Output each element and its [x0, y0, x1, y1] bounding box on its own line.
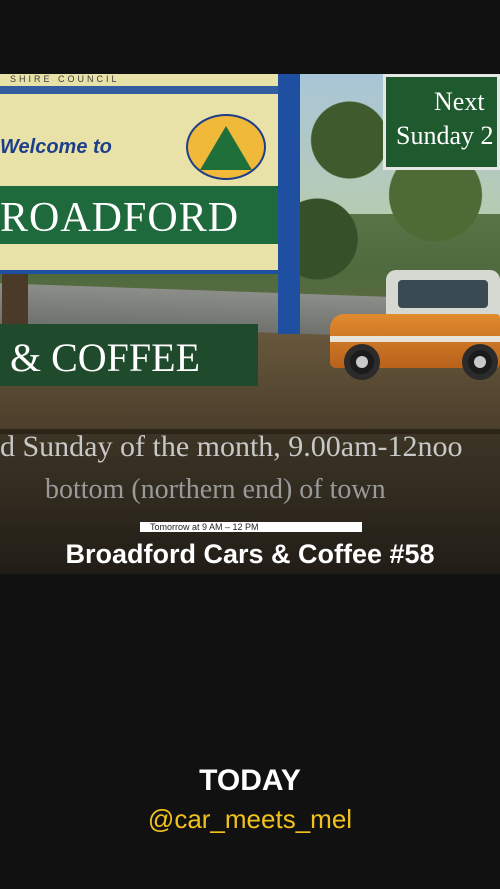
- account-handle[interactable]: @car_meets_mel: [0, 804, 500, 835]
- sign-town-name: ROADFORD: [0, 195, 240, 241]
- next-sign-line2: Sunday 2: [396, 121, 494, 150]
- vintage-truck: [330, 270, 500, 400]
- overlay-schedule-text: d Sunday of the month, 9.00am-12noo: [0, 430, 463, 463]
- truck-stripe: [330, 336, 500, 342]
- next-sunday-sign: Next Sunday 2: [383, 74, 500, 170]
- sign-town-band: ROADFORD: [0, 186, 290, 244]
- sign-emblem-icon: [186, 114, 266, 180]
- truck-front-wheel: [344, 344, 380, 380]
- sign-welcome-text: Welcome to: [0, 136, 112, 158]
- today-label: TODAY: [199, 764, 301, 797]
- welcome-sign: SHIRE COUNCIL Welcome to ROADFORD: [0, 74, 300, 274]
- coffee-sign-text: & COFFEE: [10, 335, 201, 380]
- event-title[interactable]: Broadford Cars & Coffee #58: [0, 536, 500, 572]
- event-time-label: Tomorrow at 9 AM – 12 PM: [140, 522, 362, 532]
- sign-post: [278, 74, 300, 334]
- truck-rear-wheel: [462, 344, 498, 380]
- next-sign-line1: Next: [434, 87, 485, 116]
- sign-tag: SHIRE COUNCIL: [10, 74, 120, 84]
- truck-window: [398, 280, 488, 308]
- coffee-sign-band: & COFFEE: [0, 324, 258, 386]
- overlay-location-text: bottom (northern end) of town: [45, 474, 386, 505]
- event-time-text: Tomorrow at 9 AM – 12 PM: [150, 522, 259, 532]
- event-photo: SHIRE COUNCIL Welcome to ROADFORD Next S…: [0, 74, 500, 574]
